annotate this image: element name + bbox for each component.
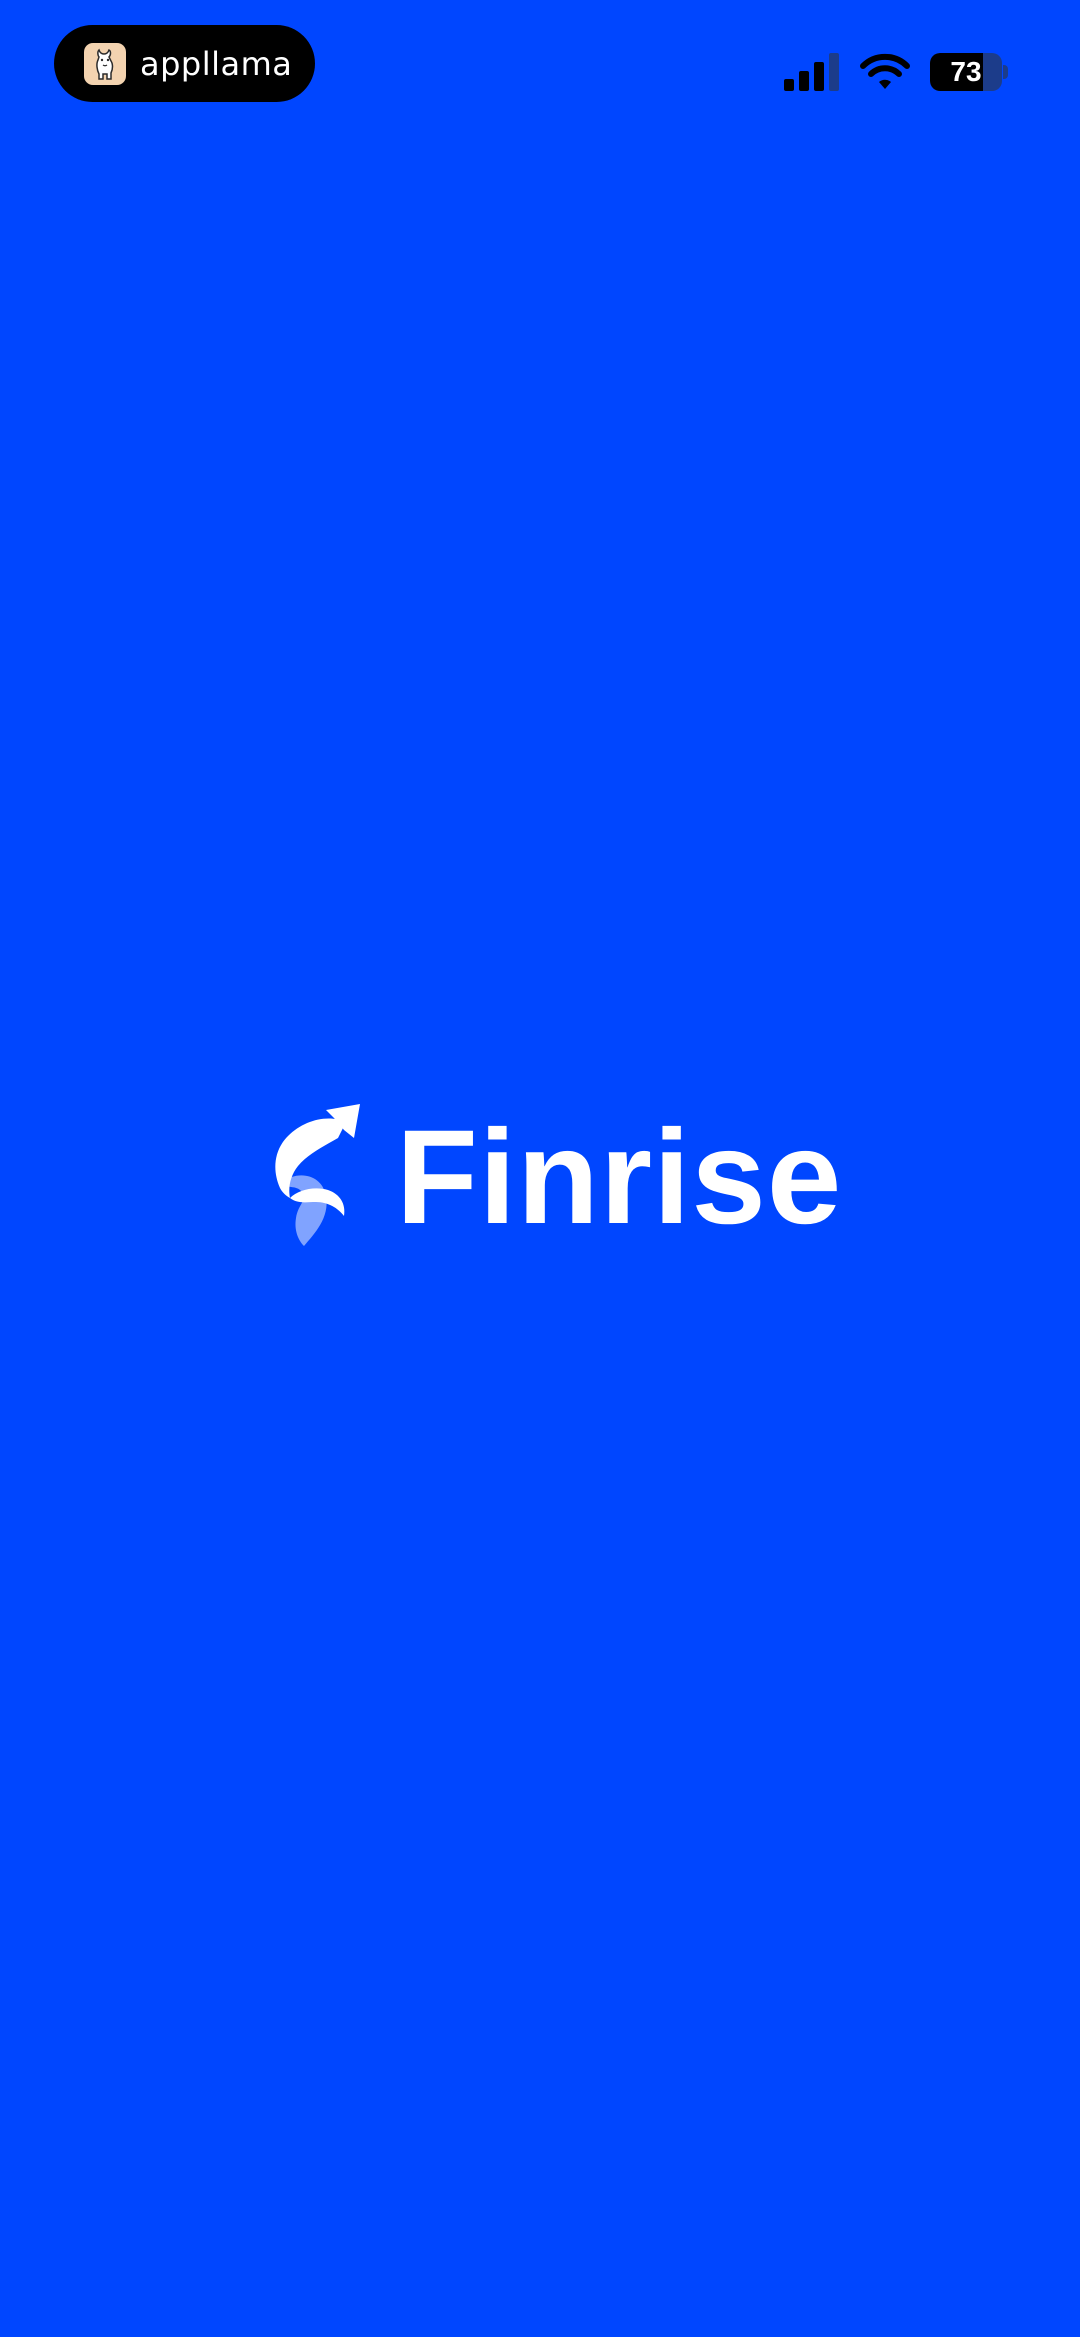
brand-logo: Finrise [268,1098,848,1258]
app-pill-label: appllama [140,44,293,83]
cellular-signal-icon [784,53,839,91]
battery-percent: 73 [950,56,982,87]
status-bar: appllama 73 [0,0,1080,140]
app-pill[interactable]: appllama [54,25,315,102]
battery-icon: 73 [930,53,1008,91]
wifi-icon [860,53,910,89]
status-indicators: 73 [784,50,1008,94]
brand-name: Finrise [396,1103,843,1252]
finrise-logo-icon [275,1104,360,1246]
llama-icon [84,42,126,85]
